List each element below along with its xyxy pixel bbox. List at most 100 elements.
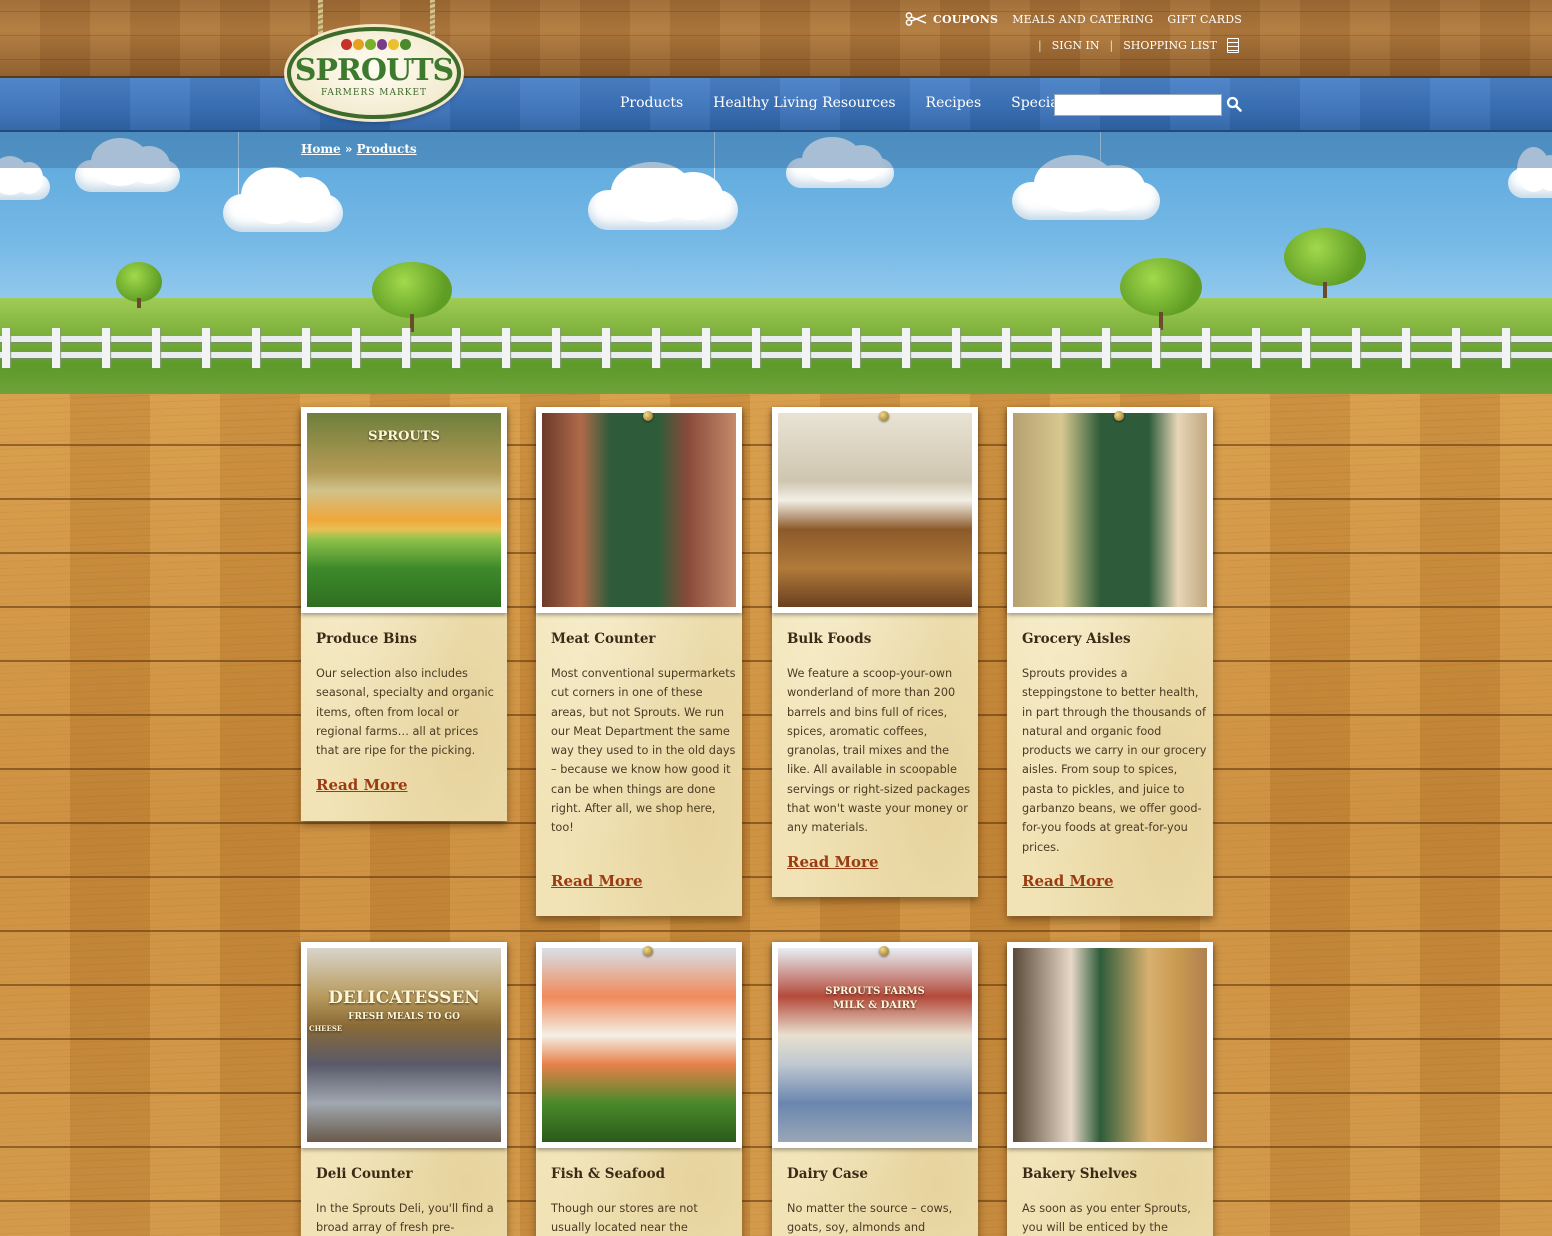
cloud	[0, 155, 50, 200]
fence-post	[502, 328, 510, 368]
gift-cards-link[interactable]: GIFT CARDS	[1167, 13, 1242, 26]
scissors-icon	[905, 12, 927, 26]
photo-sign-sub: FRESH MEALS TO GO	[348, 1012, 460, 1022]
fence-post	[402, 328, 410, 368]
breadcrumb-products[interactable]: Products	[357, 142, 417, 156]
cloud	[1508, 147, 1552, 198]
breadcrumb-home[interactable]: Home	[301, 142, 341, 156]
fence-rail	[0, 336, 1552, 342]
fence-post	[1202, 328, 1210, 368]
fence-post	[2, 328, 10, 368]
meals-and-catering-link[interactable]: MEALS AND CATERING	[1012, 13, 1153, 26]
meat-photo[interactable]	[536, 407, 742, 613]
sign-in-link[interactable]: SIGN IN	[1052, 39, 1100, 52]
fence-post	[352, 328, 360, 368]
read-more-link[interactable]: Read More	[787, 853, 879, 871]
breadcrumb-bar	[0, 132, 1552, 168]
fence-post	[952, 328, 960, 368]
fence-rail	[0, 352, 1552, 358]
card-title: Meat Counter	[551, 631, 656, 647]
deli-photo[interactable]: DELICATESSEN FRESH MEALS TO GO CHEESE	[301, 942, 507, 1148]
fence-post	[1002, 328, 1010, 368]
pin-icon	[1114, 411, 1124, 421]
logo-name: SPROUTS	[294, 53, 454, 88]
card-description: As soon as you enter Sprouts, you will b…	[1022, 1202, 1191, 1235]
fence-post	[1302, 328, 1310, 368]
breadcrumb-separator: »	[344, 142, 353, 156]
read-more-link[interactable]: Read More	[551, 872, 643, 890]
cloud	[588, 162, 738, 230]
card-description: Most conventional supermarkets cut corne…	[551, 667, 736, 835]
nav-products[interactable]: Products	[620, 95, 683, 111]
shopping-list-icon[interactable]	[1226, 38, 1239, 53]
fence-post	[1152, 328, 1160, 368]
sprouts-logo[interactable]: SPROUTS FARMERS MARKET	[287, 27, 461, 119]
fish-photo[interactable]	[536, 942, 742, 1148]
fence-post	[552, 328, 560, 368]
fence-post	[1352, 328, 1360, 368]
card-description: No matter the source – cows, goats, soy,…	[787, 1202, 953, 1235]
nav-healthy-living-resources[interactable]: Healthy Living Resources	[713, 95, 895, 111]
card-title: Dairy Case	[787, 1166, 868, 1182]
dairy-image: SPROUTS FARMS MILK & DAIRY	[778, 948, 972, 1142]
fence-post	[202, 328, 210, 368]
grass-field	[0, 298, 1552, 394]
produce-image: SPROUTS	[307, 413, 501, 607]
card-title: Deli Counter	[316, 1166, 413, 1182]
bakery-image	[1013, 948, 1207, 1142]
fence-post	[102, 328, 110, 368]
fence-post	[652, 328, 660, 368]
card-title: Grocery Aisles	[1022, 631, 1131, 647]
search-input[interactable]	[1054, 94, 1222, 116]
coupons-link[interactable]: COUPONS	[905, 12, 998, 26]
dairy-photo[interactable]: SPROUTS FARMS MILK & DAIRY	[772, 942, 978, 1148]
fence-post	[152, 328, 160, 368]
pin-icon	[879, 946, 889, 956]
fence-post	[302, 328, 310, 368]
product-card-produce: SPROUTS Produce Bins Our selection also …	[301, 407, 507, 821]
fence-post	[452, 328, 460, 368]
photo-sign: SPROUTS	[368, 429, 440, 444]
fence-post	[1502, 328, 1510, 368]
produce-photo[interactable]: SPROUTS	[301, 407, 507, 613]
logo-subtitle: FARMERS MARKET	[320, 88, 428, 98]
shopping-list-link[interactable]: SHOPPING LIST	[1123, 39, 1217, 52]
fence-post	[702, 328, 710, 368]
fence-post	[1102, 328, 1110, 368]
read-more-link[interactable]: Read More	[316, 776, 408, 794]
header-wood-bar	[0, 0, 1552, 78]
read-more-link[interactable]: Read More	[1022, 872, 1114, 890]
fence-post	[1452, 328, 1460, 368]
account-nav: | SIGN IN | SHOPPING LIST	[1038, 38, 1239, 53]
card-description: Sprouts provides a steppingstone to bett…	[1022, 667, 1207, 854]
bakery-photo[interactable]	[1007, 942, 1213, 1148]
pin-icon	[879, 411, 889, 421]
fence-post	[1252, 328, 1260, 368]
fish-image	[542, 948, 736, 1142]
bulk-photo[interactable]	[772, 407, 978, 613]
pin-icon	[643, 411, 653, 421]
nav-recipes[interactable]: Recipes	[926, 95, 982, 111]
search-icon[interactable]	[1226, 96, 1242, 112]
product-card-meat: Meat Counter Most conventional supermark…	[536, 407, 742, 916]
card-title: Bakery Shelves	[1022, 1166, 1138, 1182]
photo-sign-sub: MILK & DAIRY	[833, 1000, 917, 1011]
divider: |	[1109, 39, 1114, 52]
cloud	[1012, 155, 1160, 220]
product-card-bakery: Bakery Shelves As soon as you enter Spro…	[1007, 942, 1213, 1236]
fence-post	[902, 328, 910, 368]
main-nav: Products Healthy Living Resources Recipe…	[620, 95, 1070, 111]
product-card-bulk: Bulk Foods We feature a scoop-your-own w…	[772, 407, 978, 897]
fence-post	[52, 328, 60, 368]
logo-rope-right	[430, 0, 435, 40]
product-card-fish: Fish & Seafood Though our stores are not…	[536, 942, 742, 1236]
product-card-dairy: SPROUTS FARMS MILK & DAIRY Dairy Case No…	[772, 942, 978, 1236]
logo-rope-left	[318, 0, 323, 40]
grocery-photo[interactable]	[1007, 407, 1213, 613]
card-description: Our selection also includes seasonal, sp…	[316, 667, 494, 758]
meat-image	[542, 413, 736, 607]
pin-icon	[643, 946, 653, 956]
fence-post	[852, 328, 860, 368]
utility-nav: COUPONS MEALS AND CATERING GIFT CARDS	[905, 12, 1242, 26]
fence-post	[1402, 328, 1410, 368]
